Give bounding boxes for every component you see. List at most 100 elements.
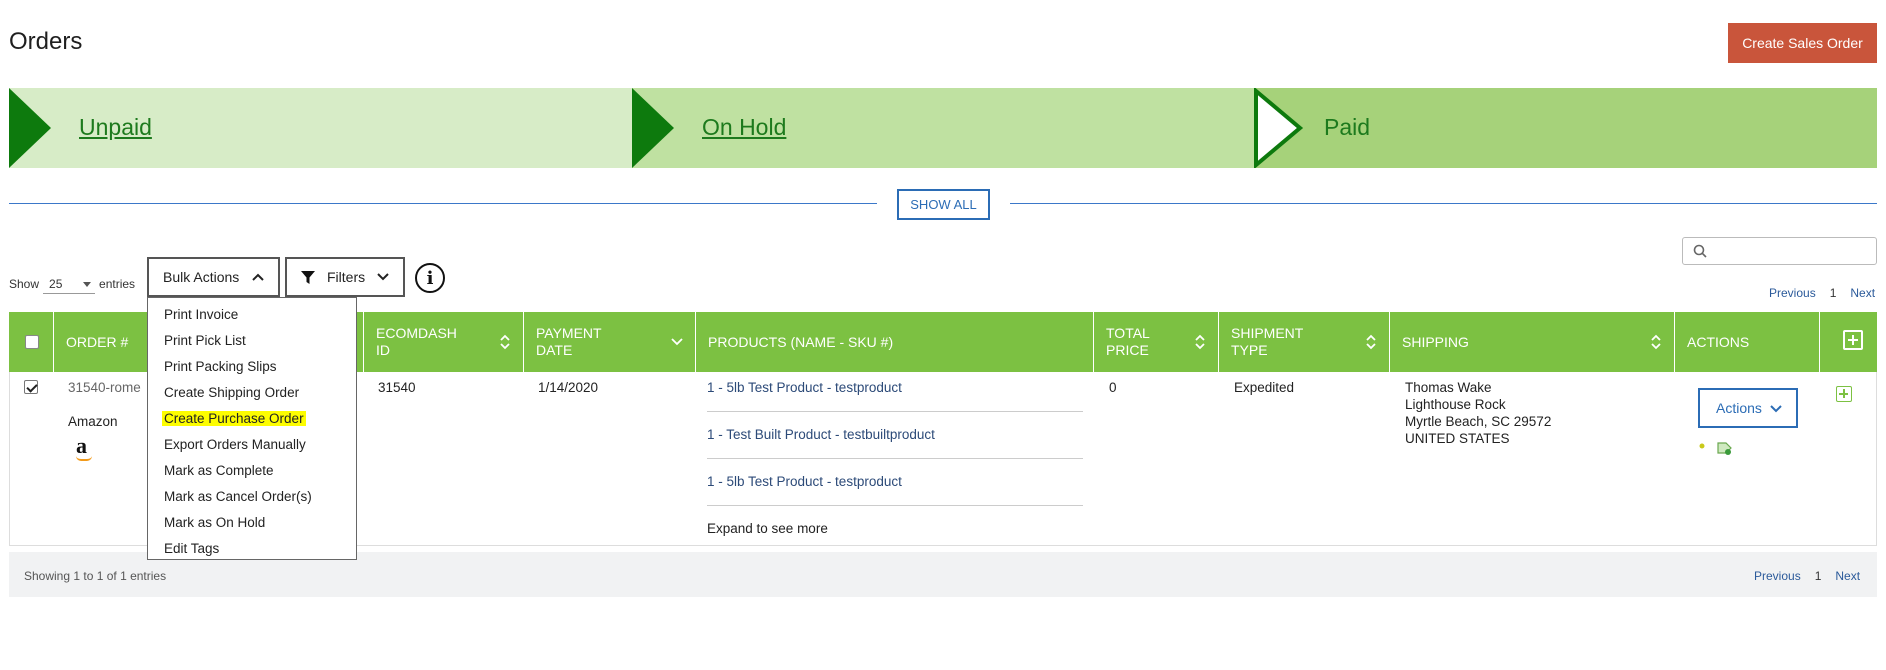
stage-paid[interactable]: Paid <box>1254 88 1877 168</box>
entries-select[interactable]: 25 <box>43 274 96 294</box>
shipping-country: UNITED STATES <box>1405 431 1510 446</box>
menu-item-label: Mark as On Hold <box>164 514 266 530</box>
menu-item-mark-as-cancel-orders[interactable]: Mark as Cancel Order(s) <box>148 483 356 509</box>
total-price: 0 <box>1109 380 1117 395</box>
play-icon <box>9 88 51 168</box>
search-input[interactable] <box>1682 237 1877 265</box>
caret-down-icon <box>83 282 92 287</box>
chevron-down-icon <box>377 273 389 281</box>
pager-current-page[interactable]: 1 <box>1830 286 1837 300</box>
order-number[interactable]: 31540-rome <box>68 380 141 395</box>
th-payment-date[interactable]: PAYMENT DATE <box>524 312 696 372</box>
menu-item-label: Print Packing Slips <box>164 358 277 374</box>
row-actions-label: Actions <box>1716 400 1762 416</box>
info-icon[interactable]: i <box>415 263 445 293</box>
menu-item-mark-as-complete[interactable]: Mark as Complete <box>148 457 356 483</box>
menu-item-create-purchase-order[interactable]: Create Purchase Order <box>148 405 356 431</box>
stage-label-on-hold[interactable]: On Hold <box>702 114 786 141</box>
menu-item-mark-as-on-hold[interactable]: Mark as On Hold <box>148 509 356 535</box>
expand-row-icon[interactable] <box>1836 386 1852 402</box>
row-checkbox[interactable] <box>24 380 38 394</box>
product-link[interactable]: 1 - 5lb Test Product - testproduct <box>707 380 902 395</box>
expand-products-link[interactable]: Expand to see more <box>707 521 828 536</box>
pager-next[interactable]: Next <box>1835 569 1860 583</box>
pager-next[interactable]: Next <box>1850 286 1875 300</box>
search-icon <box>1693 244 1707 258</box>
funnel-icon <box>301 271 315 284</box>
th-total-price-label: TOTAL PRICE <box>1106 325 1150 358</box>
pager-previous[interactable]: Previous <box>1769 286 1816 300</box>
show-all-button[interactable]: SHOW ALL <box>897 189 990 220</box>
product-divider <box>707 458 1083 459</box>
chevron-down-icon <box>671 338 683 346</box>
menu-item-label: Export Orders Manually <box>164 436 306 452</box>
stage-unpaid[interactable]: Unpaid <box>9 88 632 168</box>
th-ecomdash-id-label: ECOMDASH ID <box>376 325 457 358</box>
sales-channel: Amazon <box>68 414 118 429</box>
menu-item-label-highlighted: Create Purchase Order <box>162 410 306 426</box>
sort-icon <box>1366 334 1376 350</box>
menu-item-edit-tags[interactable]: Edit Tags <box>148 535 356 561</box>
entries-info: Showing 1 to 1 of 1 entries <box>24 569 167 583</box>
pager-current-page[interactable]: 1 <box>1815 569 1822 583</box>
divider-right <box>1010 203 1877 204</box>
menu-item-label: Mark as Complete <box>164 462 274 478</box>
th-actions-label: ACTIONS <box>1687 333 1750 350</box>
th-products: PRODUCTS (NAME - SKU #) <box>696 312 1094 372</box>
th-order-label: ORDER # <box>66 333 129 350</box>
entries-label: entries <box>99 277 136 291</box>
th-shipping-label: SHIPPING <box>1402 333 1469 350</box>
product-divider <box>707 411 1083 412</box>
th-total-price[interactable]: TOTAL PRICE <box>1094 312 1219 372</box>
product-link[interactable]: 1 - 5lb Test Product - testproduct <box>707 474 902 489</box>
th-ecomdash-id[interactable]: ECOMDASH ID <box>364 312 524 372</box>
bulk-actions-button[interactable]: Bulk Actions <box>147 257 280 297</box>
show-entries: Show 25 entries <box>9 274 135 294</box>
pager-bottom: Previous 1 Next <box>1754 569 1860 583</box>
menu-item-label: Edit Tags <box>164 540 220 556</box>
th-products-label: PRODUCTS (NAME - SKU #) <box>708 333 894 350</box>
divider-left <box>9 203 877 204</box>
filters-button[interactable]: Filters <box>285 257 405 297</box>
product-divider <box>707 505 1083 506</box>
product-link[interactable]: 1 - Test Built Product - testbuiltproduc… <box>707 427 935 442</box>
sort-icon <box>1651 334 1661 350</box>
row-actions-button[interactable]: Actions <box>1698 388 1798 428</box>
chevron-up-icon <box>252 273 264 281</box>
th-shipping[interactable]: SHIPPING <box>1390 312 1675 372</box>
th-shipment-type[interactable]: SHIPMENT TYPE <box>1219 312 1390 372</box>
expand-all-icon[interactable] <box>1843 330 1863 350</box>
status-pipeline: Unpaid On Hold Paid <box>9 88 1877 168</box>
amazon-smile-icon <box>76 456 92 461</box>
th-actions: ACTIONS <box>1675 312 1820 372</box>
bulk-actions-menu: Print Invoice Print Pick List Print Pack… <box>147 297 357 560</box>
menu-item-print-pick-list[interactable]: Print Pick List <box>148 327 356 353</box>
select-all-checkbox[interactable] <box>25 335 39 349</box>
create-sales-order-button[interactable]: Create Sales Order <box>1728 23 1877 63</box>
menu-item-print-packing-slips[interactable]: Print Packing Slips <box>148 353 356 379</box>
sort-icon <box>1195 334 1205 350</box>
shipping-city: Myrtle Beach, SC 29572 <box>1405 414 1552 429</box>
menu-item-create-shipping-order[interactable]: Create Shipping Order <box>148 379 356 405</box>
stage-label-unpaid[interactable]: Unpaid <box>79 114 152 141</box>
th-select <box>9 312 54 372</box>
shipment-type: Expedited <box>1234 380 1295 395</box>
menu-item-label: Mark as Cancel Order(s) <box>164 488 312 504</box>
menu-item-export-orders-manually[interactable]: Export Orders Manually <box>148 431 356 457</box>
play-icon <box>632 88 674 168</box>
sort-icon <box>500 334 510 350</box>
chevron-down-icon <box>1770 405 1782 413</box>
show-label: Show <box>9 277 40 291</box>
menu-item-label: Print Pick List <box>164 332 246 348</box>
th-expand <box>1820 312 1877 372</box>
payment-date: 1/14/2020 <box>538 380 599 395</box>
pager-previous[interactable]: Previous <box>1754 569 1801 583</box>
entries-value: 25 <box>49 276 63 291</box>
menu-item-label: Print Invoice <box>164 306 239 322</box>
menu-item-label: Create Shipping Order <box>164 384 300 400</box>
bulk-actions-label: Bulk Actions <box>163 269 240 285</box>
tag-add-icon[interactable] <box>1698 437 1738 457</box>
stage-on-hold[interactable]: On Hold <box>632 88 1254 168</box>
menu-item-print-invoice[interactable]: Print Invoice <box>148 301 356 327</box>
stage-label-paid: Paid <box>1324 114 1371 140</box>
